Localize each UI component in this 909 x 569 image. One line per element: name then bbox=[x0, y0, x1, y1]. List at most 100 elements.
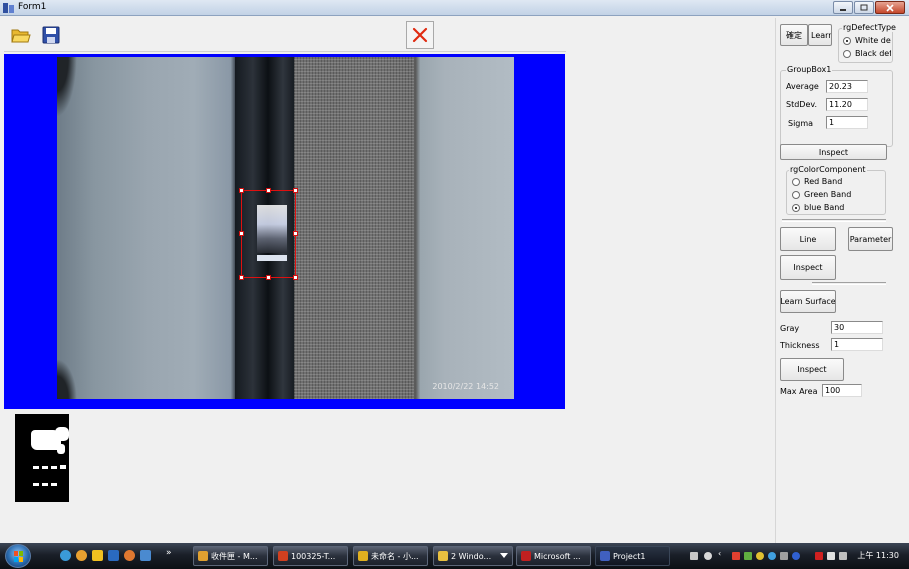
radio-white-defect[interactable]: White defe bbox=[843, 36, 891, 45]
folder-icon bbox=[438, 551, 448, 561]
max-area-field[interactable]: 100 bbox=[822, 384, 862, 397]
average-label: Average bbox=[786, 82, 819, 91]
defect-type-title: rgDefectType bbox=[842, 23, 897, 32]
stddev-label: StdDev. bbox=[786, 100, 818, 109]
tray-volume-icon[interactable] bbox=[839, 552, 847, 560]
quicklaunch-player-icon[interactable] bbox=[108, 550, 119, 561]
save-button[interactable] bbox=[38, 22, 64, 48]
floppy-save-icon bbox=[42, 26, 60, 44]
roi-rectangle[interactable] bbox=[239, 188, 298, 280]
roi-handle[interactable] bbox=[293, 275, 298, 280]
learn-surface-button[interactable]: Learn Surface bbox=[780, 290, 836, 313]
average-field[interactable]: 20.23 bbox=[826, 80, 868, 93]
radio-unselected-icon bbox=[792, 177, 800, 186]
roi-handle[interactable] bbox=[239, 188, 244, 193]
gray-field[interactable]: 30 bbox=[831, 321, 883, 334]
close-window-button[interactable] bbox=[875, 1, 905, 14]
taskbar-item-microsoft[interactable]: Microsoft ... bbox=[516, 546, 591, 566]
roi-handle[interactable] bbox=[293, 231, 298, 236]
radio-blue-band[interactable]: blue Band bbox=[792, 203, 844, 212]
roi-handle[interactable] bbox=[239, 275, 244, 280]
window-title: Form1 bbox=[18, 2, 47, 12]
taskbar-item-paint[interactable]: 未命名 - 小... bbox=[353, 546, 428, 566]
groupbox1-title: GroupBox1 bbox=[786, 65, 833, 74]
radio-label: Red Band bbox=[804, 177, 843, 186]
tray-keyboard-icon[interactable] bbox=[690, 552, 698, 560]
taskbar-item-label: Project1 bbox=[613, 551, 646, 561]
roi-handle[interactable] bbox=[293, 188, 298, 193]
tray-bluetooth-icon[interactable] bbox=[792, 552, 800, 560]
thickness-field[interactable]: 1 bbox=[831, 338, 883, 351]
learn-button[interactable]: Learn bbox=[808, 24, 832, 46]
quicklaunch-app-icon[interactable] bbox=[124, 550, 135, 561]
inspect-surface-button[interactable]: Inspect bbox=[780, 358, 844, 381]
defect-blob bbox=[33, 466, 39, 469]
windows-logo-icon bbox=[14, 551, 23, 562]
open-button[interactable] bbox=[8, 22, 34, 48]
sigma-field[interactable]: 1 bbox=[826, 116, 868, 129]
sigma-label: Sigma bbox=[788, 119, 814, 128]
quicklaunch-desktop-icon[interactable] bbox=[140, 550, 151, 561]
tray-monitor-icon[interactable] bbox=[827, 552, 835, 560]
max-area-label: Max Area bbox=[780, 387, 818, 396]
taskbar-item-project1[interactable]: Project1 bbox=[595, 546, 670, 566]
tray-update-icon[interactable] bbox=[756, 552, 764, 560]
tray-app-icon[interactable] bbox=[768, 552, 776, 560]
separator bbox=[812, 282, 886, 285]
taskbar-item-label: 2 Windo... bbox=[451, 551, 492, 561]
inspect-statistics-button[interactable]: Inspect bbox=[780, 144, 887, 160]
minimize-button[interactable] bbox=[833, 1, 853, 14]
stddev-field[interactable]: 11.20 bbox=[826, 98, 868, 111]
radio-label: White defe bbox=[855, 36, 891, 45]
defect-type-group: rgDefectType White defe Black defe bbox=[838, 23, 897, 63]
radio-selected-icon bbox=[843, 36, 851, 45]
window-controls bbox=[833, 1, 905, 14]
radio-unselected-icon bbox=[792, 190, 800, 199]
roi-handle[interactable] bbox=[266, 188, 271, 193]
tray-security-icon[interactable] bbox=[732, 552, 740, 560]
tray-network-icon[interactable] bbox=[744, 552, 752, 560]
defect-blob bbox=[51, 466, 57, 469]
roi-handle[interactable] bbox=[239, 231, 244, 236]
tray-speaker-icon[interactable] bbox=[780, 552, 788, 560]
radio-black-defect[interactable]: Black defe bbox=[843, 49, 891, 58]
groupbox1: GroupBox1 Average 20.23 StdDev. 11.20 Si… bbox=[780, 65, 893, 147]
roi-handle[interactable] bbox=[266, 275, 271, 280]
start-button[interactable] bbox=[5, 544, 31, 568]
defect-blob bbox=[55, 427, 69, 441]
chevron-down-icon bbox=[500, 553, 509, 558]
tray-alert-icon[interactable] bbox=[815, 552, 823, 560]
image-viewer[interactable]: 2010/2/22 14:52 bbox=[4, 54, 565, 409]
parameter-button[interactable]: Parameter bbox=[848, 227, 893, 251]
restore-icon bbox=[860, 4, 868, 11]
taskbar-item-outlook[interactable]: 收件匣 - M... bbox=[193, 546, 268, 566]
taskbar-item-label: 收件匣 - M... bbox=[211, 551, 258, 561]
tray-help-icon[interactable] bbox=[704, 552, 712, 560]
quicklaunch-messenger-icon[interactable] bbox=[76, 550, 87, 561]
radio-label: Black defe bbox=[855, 49, 891, 58]
radio-green-band[interactable]: Green Band bbox=[792, 190, 851, 199]
taskbar-clock[interactable]: 上午 11:30 bbox=[857, 550, 899, 561]
visual-basic-icon bbox=[600, 551, 610, 561]
separator bbox=[782, 219, 886, 222]
paint-icon bbox=[358, 551, 368, 561]
radio-red-band[interactable]: Red Band bbox=[792, 177, 842, 186]
maximize-button[interactable] bbox=[854, 1, 874, 14]
title-bar: Form1 bbox=[0, 0, 909, 16]
line-button[interactable]: Line bbox=[780, 227, 836, 251]
quicklaunch-ie-icon[interactable] bbox=[60, 550, 71, 561]
confirm-button[interactable]: 確定 bbox=[780, 24, 808, 46]
tray-expand-icon[interactable]: ‹ bbox=[718, 549, 726, 558]
quicklaunch-media-icon[interactable] bbox=[92, 550, 103, 561]
defect-blob bbox=[42, 483, 48, 486]
toolbar bbox=[4, 18, 566, 52]
inspect-line-button[interactable]: Inspect bbox=[780, 255, 836, 280]
taskbar-item-powerpoint[interactable]: 100325-T... bbox=[273, 546, 348, 566]
clear-button[interactable] bbox=[406, 21, 434, 49]
quicklaunch-more[interactable]: » bbox=[166, 548, 172, 558]
taskbar-item-explorer-group[interactable]: 2 Windo... bbox=[433, 546, 513, 566]
taskbar-item-label: 未命名 - 小... bbox=[371, 551, 419, 561]
color-component-title: rgColorComponent bbox=[789, 165, 867, 174]
red-x-icon bbox=[412, 27, 428, 43]
defect-blob bbox=[33, 483, 39, 486]
